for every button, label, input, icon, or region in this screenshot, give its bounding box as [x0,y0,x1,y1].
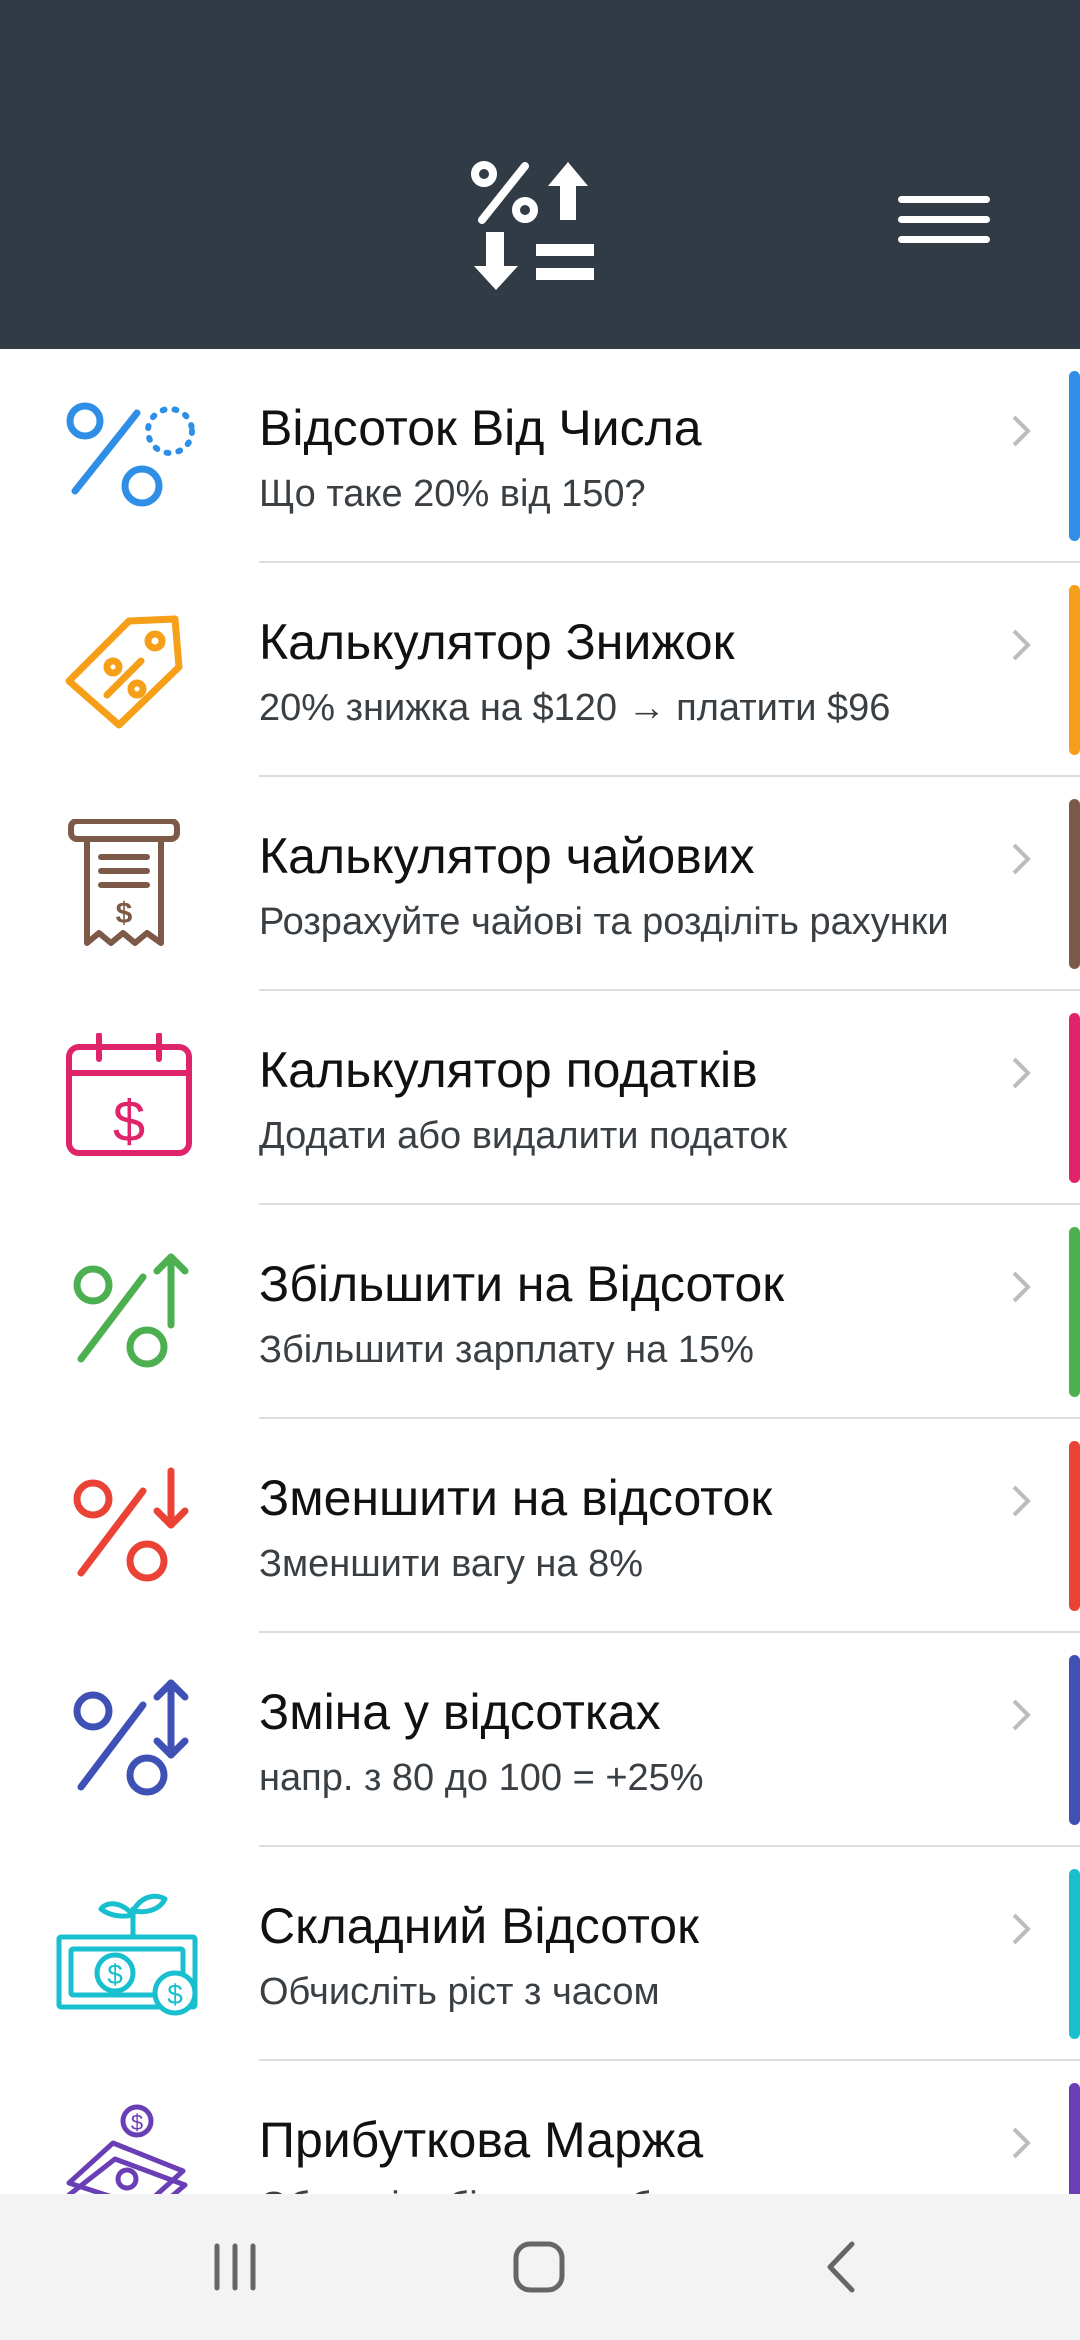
hamburger-menu-icon[interactable] [890,190,1000,250]
item-title: Збільшити на Відсоток [259,1256,785,1312]
item-title: Зменшити на відсоток [259,1470,773,1526]
back-icon[interactable] [796,2232,886,2302]
svg-text:$: $ [131,2110,143,2135]
accent-bar [1069,1655,1080,1825]
chevron-right-icon [1012,1485,1031,1517]
percent-arrows-icon [471,161,594,290]
accent-bar [1069,371,1080,541]
item-subtitle: Розрахуйте чайові та розділіть рахунки [259,901,949,943]
accent-bar [1069,1869,1080,2039]
svg-text:$: $ [116,897,133,930]
tax-calendar-icon: $ [66,1033,192,1156]
system-navigation-bar [0,2194,1080,2340]
item-subtitle: Зменшити вагу на 8% [259,1543,644,1585]
list-item-percent-change[interactable]: Зміна у відсотках напр. з 80 до 100 = +2… [0,1633,1080,1847]
chevron-right-icon [1012,2127,1031,2159]
item-title: Складний Відсоток [259,1898,699,1954]
svg-text:$: $ [107,1959,123,1990]
item-title: Прибуткова Маржа [259,2112,704,2168]
item-title: Калькулятор податків [259,1042,758,1098]
money-plant-icon: $ $ [56,1893,198,2016]
list-item-increase-by-percent[interactable]: Збільшити на Відсоток Збільшити зарплату… [0,1205,1080,1419]
item-subtitle: 20% знижка на $120 → платити $96 [259,687,891,729]
list-item-tax-calculator[interactable]: $ Калькулятор податків Додати або видали… [0,991,1080,1205]
chevron-right-icon [1012,1057,1031,1089]
list-item-tip-calculator[interactable]: $ Калькулятор чайових Розрахуйте чайові … [0,777,1080,991]
list-item-profit-margin[interactable]: $ Прибуткова Маржа Обчисліть бізнес приб… [0,2061,1080,2194]
accent-bar [1069,585,1080,755]
chevron-right-icon [1012,629,1031,661]
chevron-right-icon [1012,415,1031,447]
app-header [0,0,1080,349]
percent-updown-icon [73,1679,189,1796]
recents-icon[interactable] [190,2232,280,2302]
list-item-decrease-by-percent[interactable]: Зменшити на відсоток Зменшити вагу на 8% [0,1419,1080,1633]
accent-bar [1069,1441,1080,1611]
price-tag-icon [65,615,183,729]
accent-bar [1069,2083,1080,2194]
item-subtitle: Збільшити зарплату на 15% [259,1329,754,1371]
accent-bar [1069,1227,1080,1397]
chevron-right-icon [1012,1271,1031,1303]
item-title: Зміна у відсотках [259,1684,661,1740]
item-subtitle: Обчисліть ріст з часом [259,1971,660,2013]
item-subtitle: напр. з 80 до 100 = +25% [259,1757,704,1799]
chevron-right-icon [1012,843,1031,875]
list-item-discount-calculator[interactable]: Калькулятор Знижок 20% знижка на $120 → … [0,563,1080,777]
home-icon[interactable] [494,2232,584,2302]
item-title: Калькулятор чайових [259,828,755,884]
percent-dots-icon [66,402,195,507]
svg-text:$: $ [113,1089,145,1154]
percent-up-icon [73,1253,189,1368]
item-subtitle: Додати або видалити податок [259,1115,788,1157]
item-title: Калькулятор Знижок [259,614,735,670]
accent-bar [1069,1013,1080,1183]
item-subtitle: Що таке 20% від 150? [259,473,646,515]
item-title: Відсоток Від Числа [259,400,702,456]
chevron-right-icon [1012,1913,1031,1945]
accent-bar [1069,799,1080,969]
percent-down-icon [73,1467,189,1582]
svg-text:$: $ [167,1979,183,2010]
receipt-icon: $ [68,819,180,946]
calculator-list: Відсоток Від Числа Що таке 20% від 150? … [0,349,1080,2194]
list-item-percent-of-number[interactable]: Відсоток Від Числа Що таке 20% від 150? [0,349,1080,563]
money-stack-icon: $ [66,2104,188,2194]
list-item-compound-interest[interactable]: $ $ Складний Відсоток Обчисліть ріст з ч… [0,1847,1080,2061]
chevron-right-icon [1012,1699,1031,1731]
item-subtitle: Обчисліть бізнес прибуток [259,2185,724,2194]
